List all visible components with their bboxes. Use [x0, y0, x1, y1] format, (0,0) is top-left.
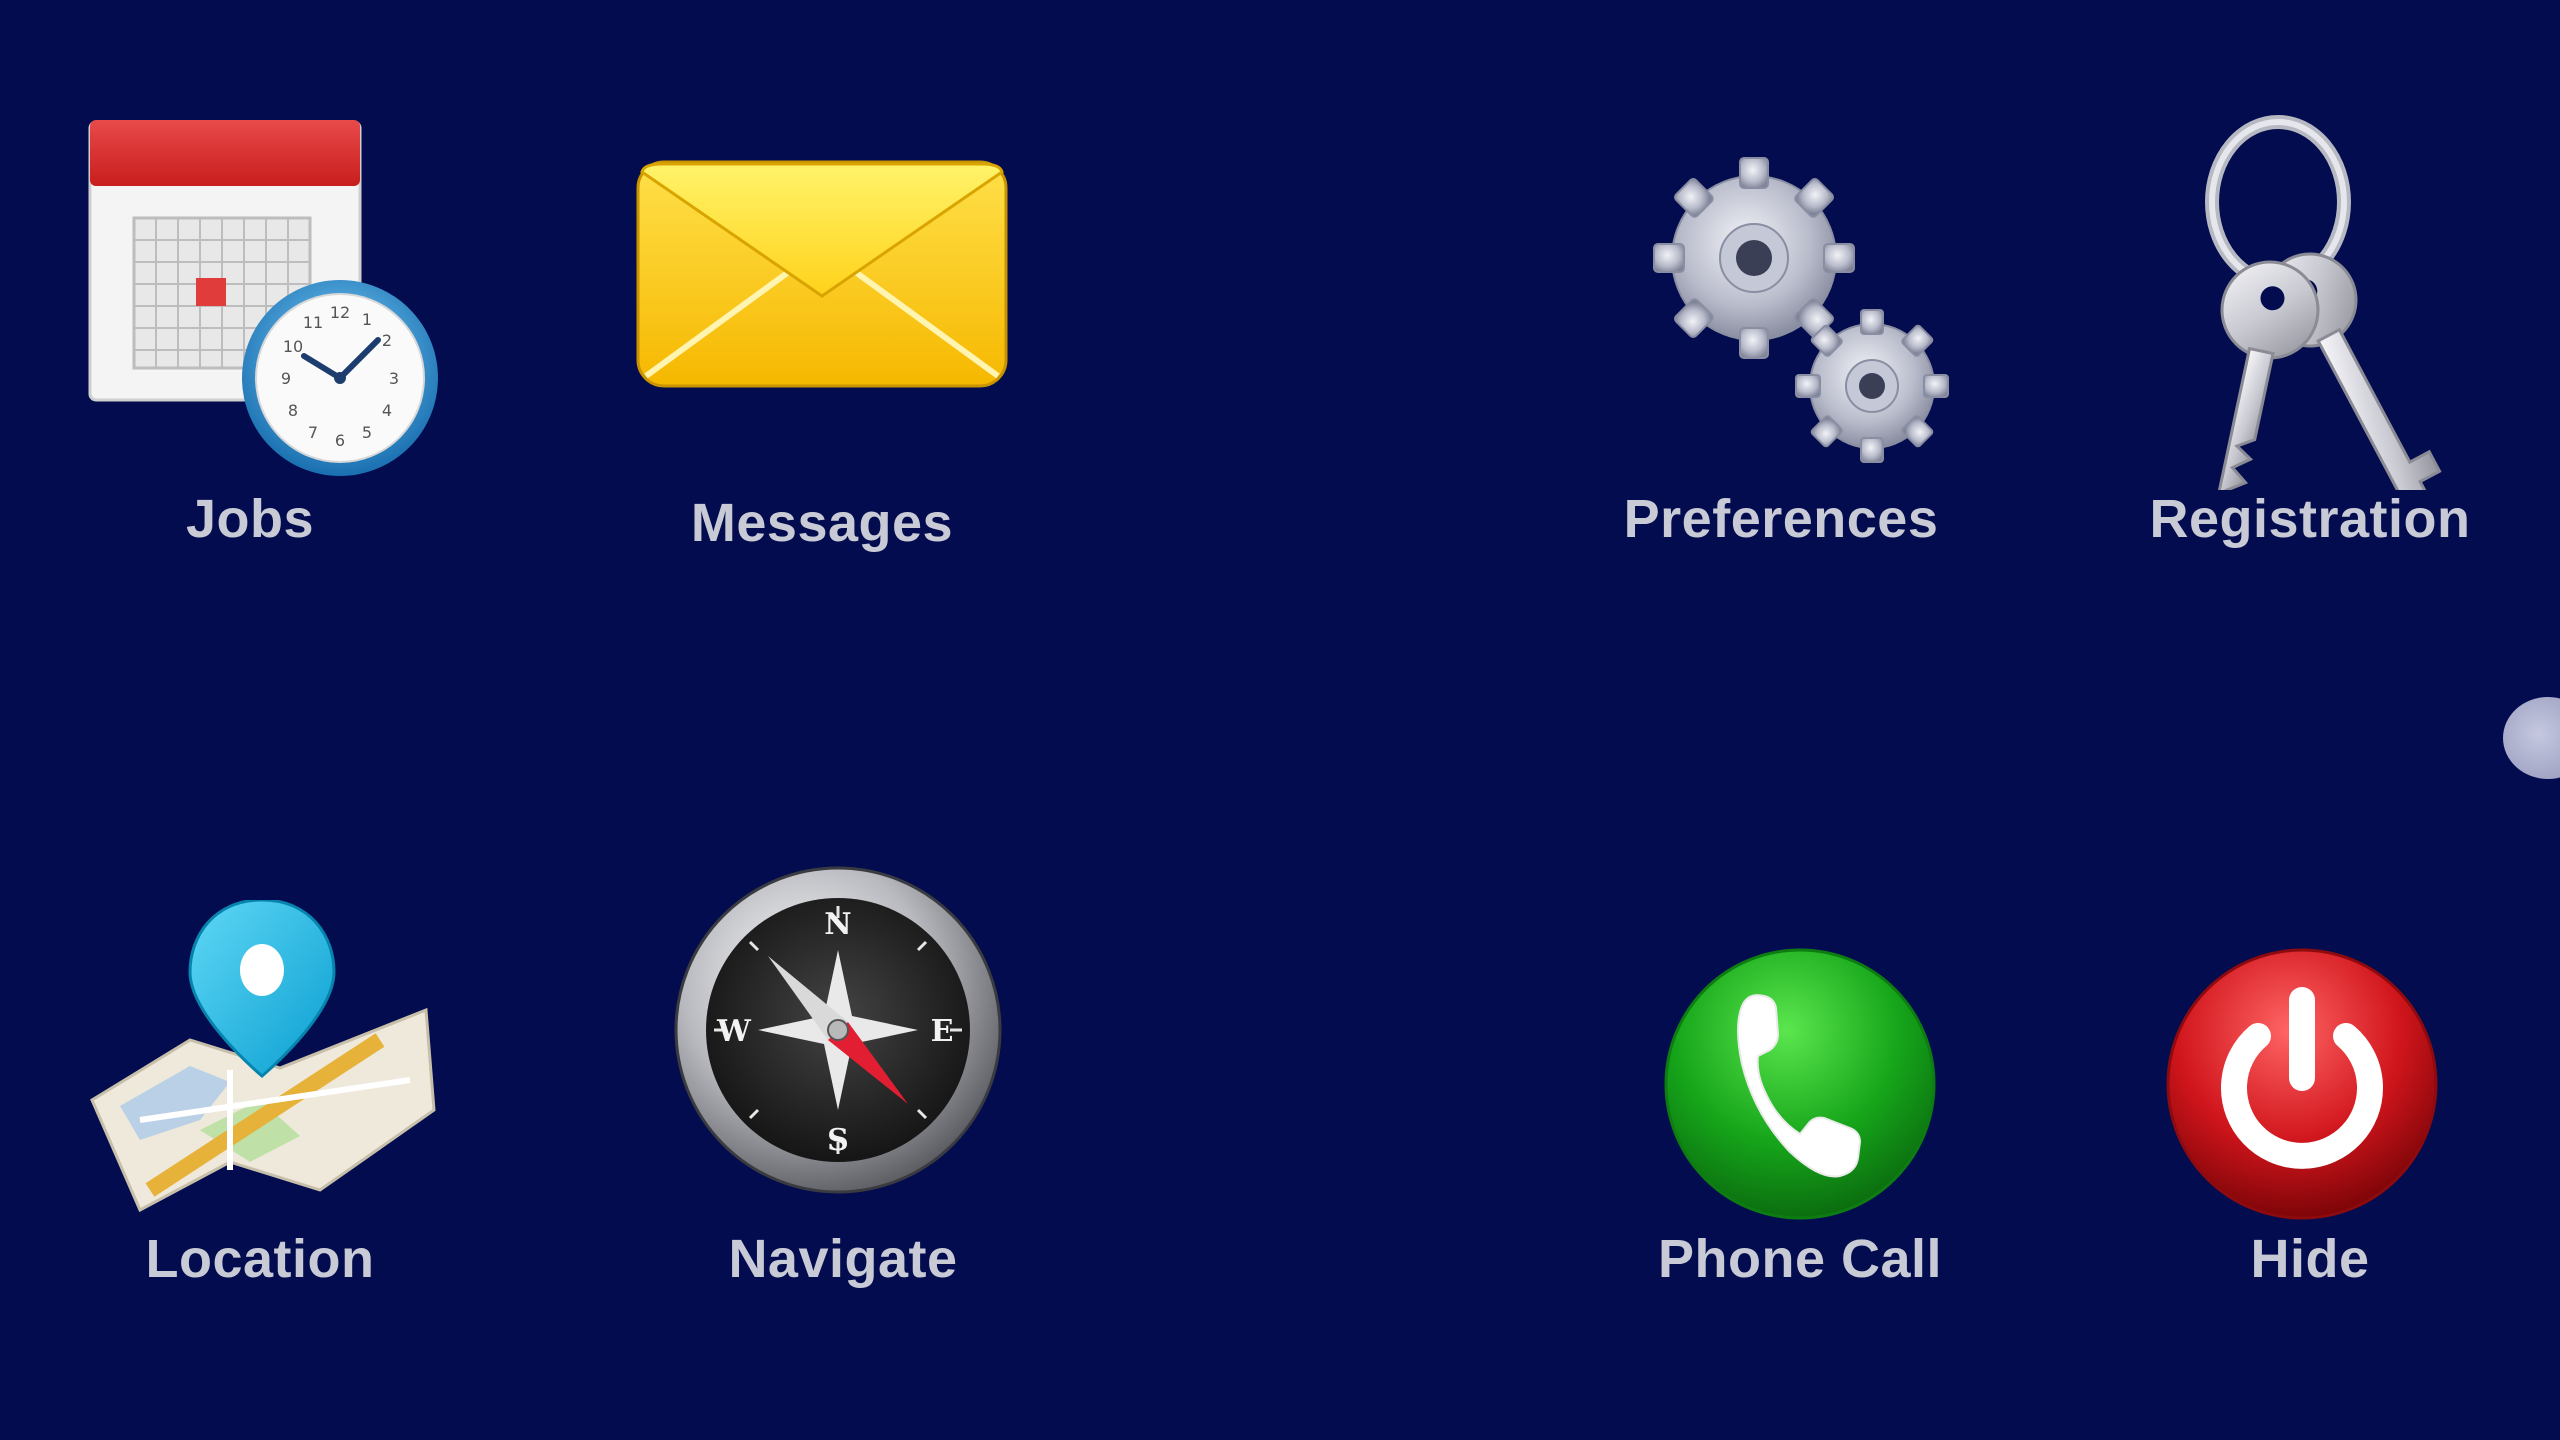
phone-call-label: Phone Call: [1657, 1229, 1943, 1289]
compass-east: E: [931, 1014, 954, 1049]
clock-numeral: 10: [283, 337, 303, 356]
clock-numeral: 7: [308, 423, 318, 442]
envelope-icon: [612, 100, 1032, 500]
hide-label: Hide: [2250, 1229, 2370, 1289]
clock-numeral: 6: [335, 431, 345, 450]
jobs-tile[interactable]: 12 1 2 3 4 5 6 7 8 9 10 11 Jobs: [60, 100, 480, 620]
clock-numeral: 3: [389, 369, 399, 388]
compass-north: N: [824, 907, 851, 942]
clock-numeral: 4: [382, 401, 392, 420]
messages-tile[interactable]: Messages: [612, 100, 1032, 620]
registration-label: Registration: [2149, 489, 2471, 549]
jobs-label: Jobs: [185, 489, 315, 549]
messages-label: Messages: [690, 493, 954, 553]
preferences-tile[interactable]: Preferences: [1576, 100, 1996, 620]
clock-numeral: 5: [362, 423, 372, 442]
registration-tile[interactable]: Registration: [2090, 100, 2510, 620]
power-icon: [2090, 840, 2510, 1240]
compass-south: S: [827, 1123, 849, 1158]
clock-numeral: 8: [288, 401, 298, 420]
location-label: Location: [145, 1229, 375, 1289]
map-pin-icon: [60, 840, 480, 1240]
clock-numeral: 12: [330, 303, 350, 322]
clock-numeral: 9: [281, 369, 291, 388]
clock-numeral: 11: [303, 313, 323, 332]
hide-tile[interactable]: Hide: [2090, 840, 2510, 1360]
compass-icon: N E S W: [630, 840, 1050, 1240]
calendar-clock-icon: 12 1 2 3 4 5 6 7 8 9 10 11: [60, 100, 480, 500]
phone-icon: [1590, 840, 2010, 1240]
navigate-label: Navigate: [728, 1229, 958, 1289]
compass-west: W: [716, 1014, 752, 1049]
preferences-label: Preferences: [1623, 489, 1939, 549]
location-tile[interactable]: Location: [60, 840, 480, 1360]
keys-icon: [2090, 100, 2510, 500]
side-drawer-handle[interactable]: [2503, 697, 2560, 779]
clock-numeral: 2: [382, 331, 392, 350]
phone-call-tile[interactable]: Phone Call: [1590, 840, 2010, 1360]
clock-numeral: 1: [362, 310, 372, 329]
gears-icon: [1576, 100, 1996, 500]
navigate-tile[interactable]: N E S W Navigate: [630, 840, 1050, 1360]
